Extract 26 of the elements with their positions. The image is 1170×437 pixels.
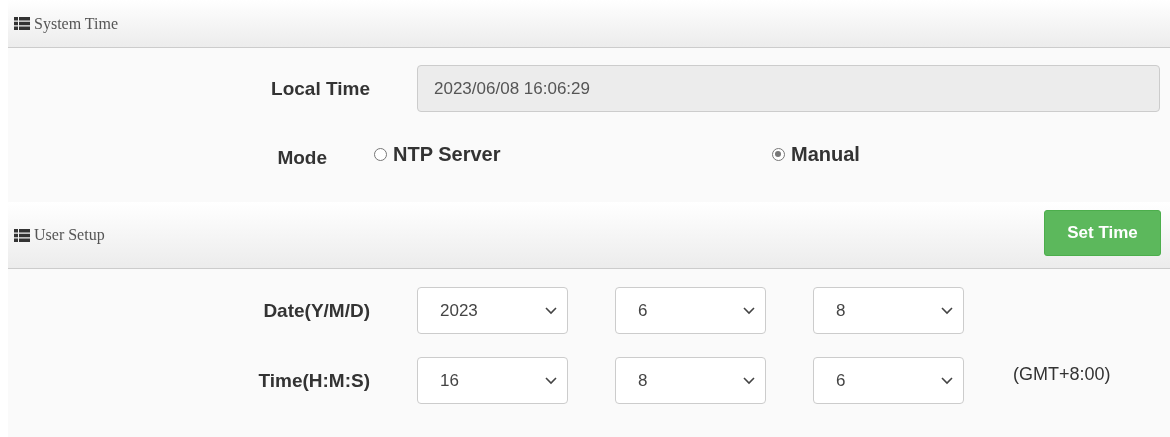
list-icon [14, 228, 30, 242]
timezone-text: (GMT+8:00) [1013, 364, 1111, 385]
chevron-down-icon [743, 376, 755, 385]
select-dropdown[interactable]: 16 [417, 357, 568, 404]
chevron-down-icon [941, 376, 953, 385]
chevron-down-icon [743, 306, 755, 315]
select-dropdown[interactable]: 6 [615, 287, 766, 334]
select-dropdown[interactable]: 8 [615, 357, 766, 404]
section-title: System Time [34, 14, 119, 33]
field-label: Time(H:M:S) [257, 369, 370, 392]
select-dropdown[interactable]: 2023 [417, 287, 568, 334]
radio-option[interactable]: Manual [772, 143, 1170, 166]
field-label: Date(Y/M/D) [262, 299, 370, 322]
radio-option[interactable]: NTP Server [374, 143, 772, 166]
field-label: Local Time [270, 77, 370, 100]
select-dropdown[interactable]: 6 [813, 357, 964, 404]
local-time-field: 2023/06/08 16:06:29 [417, 65, 1160, 112]
field-label: Mode [276, 147, 327, 169]
chevron-down-icon [941, 306, 953, 315]
section-title: User Setup [34, 226, 105, 244]
chevron-down-icon [545, 376, 557, 385]
radio-button[interactable] [772, 148, 785, 161]
select-dropdown[interactable]: 8 [813, 287, 964, 334]
radio-button[interactable] [374, 148, 387, 161]
chevron-down-icon [545, 306, 557, 315]
list-icon [14, 17, 30, 30]
